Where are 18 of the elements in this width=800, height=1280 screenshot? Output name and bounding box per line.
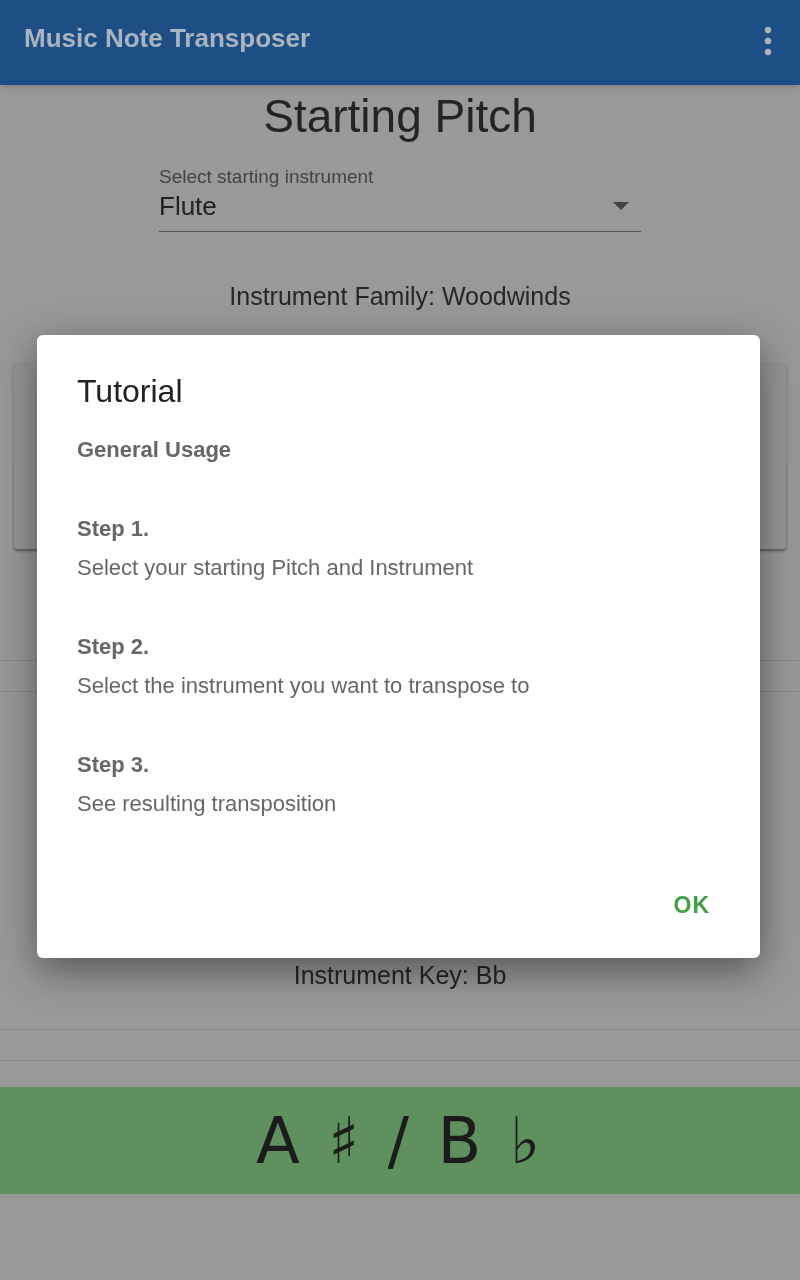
select-label: Select starting instrument	[159, 165, 375, 189]
instrument-select[interactable]: Select starting instrument Flute	[159, 165, 641, 232]
step-title: Step 1.	[77, 515, 151, 543]
result-note: A ♯ / B ♭	[256, 1102, 544, 1180]
dialog-title: Tutorial	[77, 372, 184, 411]
section-heading: Starting Pitch	[263, 89, 537, 144]
step-text: Select your starting Pitch and Instrument	[77, 554, 475, 582]
instrument-family-text: Instrument Family: Woodwinds	[229, 281, 571, 312]
dropdown-caret-icon	[613, 202, 629, 210]
step-text: Select the instrument you want to transpose to	[77, 672, 531, 700]
app-title: Music Note Transposer	[24, 22, 311, 55]
instrument-key-text: Instrument Key: Bb	[293, 960, 507, 991]
select-value: Flute	[159, 190, 217, 223]
dialog-subtitle: General Usage	[77, 436, 233, 464]
ok-button[interactable]: OK	[663, 881, 720, 928]
step-title: Step 3.	[77, 751, 151, 779]
step-text: See resulting transposition	[77, 790, 338, 818]
step-title: Step 2.	[77, 633, 151, 661]
